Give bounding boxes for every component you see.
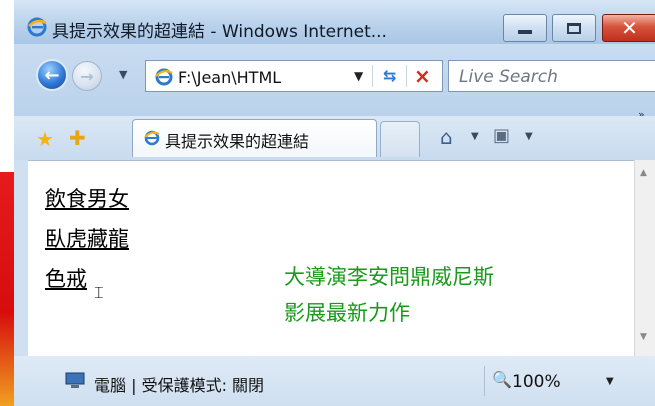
link-item[interactable]: 色戒 — [45, 263, 87, 293]
add-favorites-icon[interactable]: ✚ — [69, 126, 86, 150]
forward-arrow-icon: → — [80, 66, 94, 86]
maximize-button[interactable] — [552, 14, 596, 42]
feeds-dropdown-icon[interactable]: ▼ — [525, 131, 533, 142]
computer-icon — [65, 372, 85, 388]
window-title: 具提示效果的超連結 - Windows Internet... — [52, 22, 387, 42]
minimize-button[interactable] — [503, 14, 547, 42]
divider — [406, 65, 407, 87]
minimize-icon — [518, 30, 532, 34]
page-ie-icon — [155, 68, 173, 86]
forward-button[interactable]: → — [72, 61, 102, 91]
address-bar[interactable]: F:\Jean\HTML ▼ ⇆ × — [145, 60, 443, 92]
tab-ie-icon — [144, 130, 160, 146]
tooltip-line: 大導演李安問鼎威尼斯 — [284, 265, 494, 289]
zoom-dropdown-icon[interactable]: ▼ — [606, 376, 614, 387]
divider — [484, 366, 485, 396]
address-dropdown-icon[interactable]: ▼ — [354, 69, 363, 83]
background-app-strip — [0, 172, 14, 406]
ie-logo-icon — [27, 17, 47, 37]
divider — [372, 65, 373, 87]
tab-active[interactable]: 具提示效果的超連結 — [132, 119, 377, 157]
zoom-level[interactable]: 100% — [512, 372, 561, 392]
vertical-scrollbar[interactable]: ▲ ▼ — [634, 160, 655, 356]
feeds-icon[interactable]: ▣ — [493, 125, 510, 146]
link-item[interactable]: 飲食男女 — [45, 183, 129, 213]
status-zone-text: 電腦 | 受保護模式: 關閉 — [94, 376, 265, 395]
address-input[interactable]: F:\Jean\HTML — [178, 68, 281, 87]
search-box[interactable]: Live Search — [448, 60, 655, 92]
tooltip-line: 影展最新力作 — [284, 301, 410, 325]
refresh-icon[interactable]: ⇆ — [383, 66, 396, 85]
maximize-icon — [567, 22, 581, 34]
title-bar[interactable]: 具提示效果的超連結 - Windows Internet... ✕ — [14, 0, 655, 44]
close-icon: ✕ — [621, 16, 638, 40]
page-content: 飲食男女 臥虎藏龍 色戒 ⌶ 大導演李安問鼎威尼斯 影展最新力作 — [28, 160, 655, 358]
stop-icon[interactable]: × — [414, 64, 431, 88]
close-button[interactable]: ✕ — [602, 14, 655, 42]
recent-pages-dropdown[interactable]: ▼ — [119, 68, 127, 81]
home-dropdown-icon[interactable]: ▼ — [471, 131, 479, 142]
scroll-down-icon[interactable]: ▼ — [640, 332, 647, 342]
scroll-up-icon[interactable]: ▲ — [640, 168, 647, 178]
back-arrow-icon: ← — [44, 64, 60, 86]
favorites-star-icon[interactable]: ★ — [36, 127, 54, 151]
browser-window: 具提示效果的超連結 - Windows Internet... ✕ ← → ▼ … — [14, 0, 655, 406]
search-input[interactable]: Live Search — [459, 67, 558, 87]
back-button[interactable]: ← — [36, 59, 68, 91]
mouse-cursor-icon: ⌶ — [94, 283, 104, 302]
home-icon[interactable]: ⌂ — [440, 125, 453, 149]
tab-label: 具提示效果的超連結 — [165, 132, 310, 151]
new-tab-button[interactable] — [380, 121, 420, 157]
link-item[interactable]: 臥虎藏龍 — [45, 223, 129, 253]
zoom-icon[interactable]: 🔍 — [492, 370, 512, 389]
